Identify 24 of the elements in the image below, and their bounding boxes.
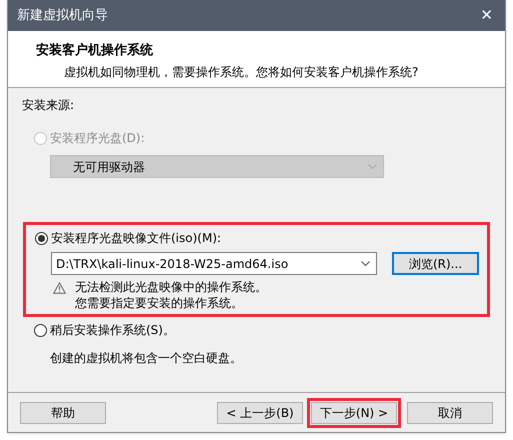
dialog-button[interactable]: 帮助 (20, 402, 106, 424)
radio-label: 安装程序光盘(D): (50, 130, 145, 147)
dropdown-value: 无可用驱动器 (73, 158, 145, 176)
radio-label: 稍后安装操作系统(S)。 (50, 322, 175, 339)
warning-text: 无法检测此光盘映像中的操作系统。 (75, 279, 267, 295)
radio-label: 安装程序光盘映像文件(iso)(M): (51, 230, 222, 247)
option-description: 创建的虚拟机将包含一个空白硬盘。 (50, 350, 243, 367)
dialog-button[interactable]: 下一步(N) > (311, 402, 397, 424)
combobox-value: D:\TRX\kali-linux-2018-W25-amd64.iso (56, 256, 288, 272)
header-title: 安装客户机操作系统 (35, 42, 154, 60)
browse-button[interactable]: 浏览(R)... (392, 252, 479, 275)
chevron-down-icon (361, 261, 370, 266)
section-label: 安装来源: (22, 97, 76, 114)
chevron-down-icon (368, 164, 377, 169)
path-combobox[interactable]: D:\TRX\kali-linux-2018-W25-amd64.iso (51, 252, 378, 275)
dialog-button[interactable]: 取消 (407, 402, 493, 424)
dialog-button[interactable]: < 上一步(B) (217, 402, 303, 424)
close-button[interactable]: ✕ (476, 8, 497, 23)
radio-button[interactable] (35, 232, 48, 244)
window-title: 新建虚拟机向导 (17, 6, 108, 25)
header-subtitle: 虚拟机如同物理机，需要操作系统。您将如何安装客户机操作系统? (63, 64, 420, 80)
warning-icon (53, 282, 66, 294)
warning-text: 您需要指定要安装的操作系统。 (75, 295, 244, 311)
radio-button[interactable] (34, 324, 47, 336)
